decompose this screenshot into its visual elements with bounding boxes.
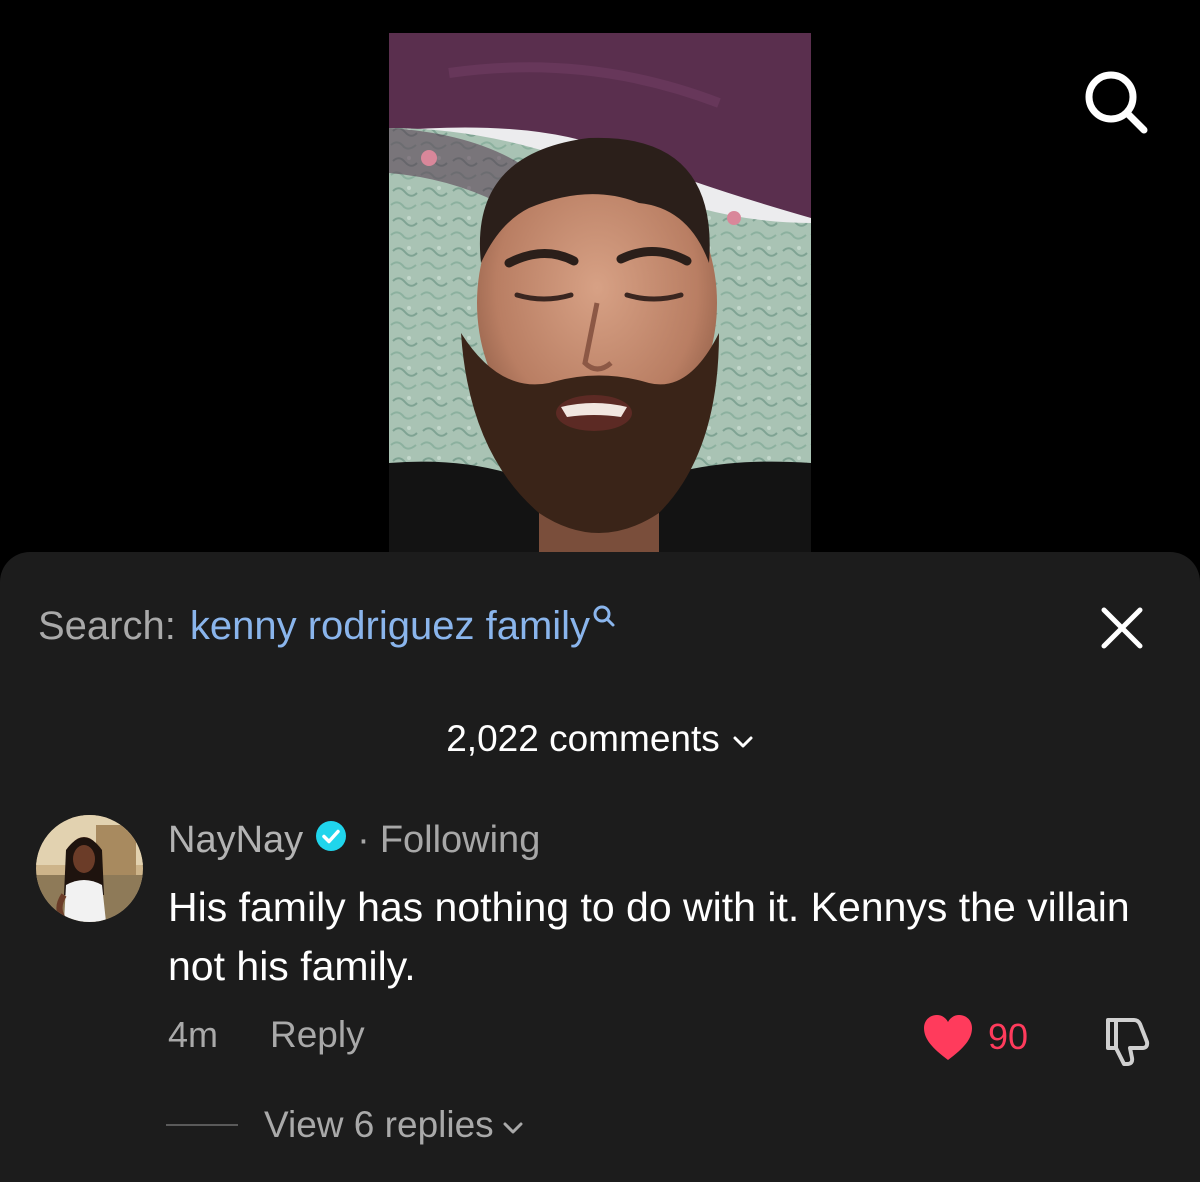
comment-username[interactable]: NayNay bbox=[168, 819, 303, 862]
search-query-link[interactable]: kenny rodriguez family bbox=[190, 604, 590, 649]
chevron-down-icon bbox=[733, 736, 753, 748]
video-player[interactable] bbox=[389, 33, 811, 553]
comment-body: His family has nothing to do with it. Ke… bbox=[168, 884, 1130, 989]
verified-badge-icon bbox=[315, 819, 347, 862]
close-icon[interactable] bbox=[1098, 604, 1146, 652]
avatar[interactable] bbox=[36, 815, 143, 922]
comment-timestamp: 4m bbox=[168, 1014, 219, 1055]
following-label: Following bbox=[379, 818, 541, 861]
search-suggestion-row: Search: kenny rodriguez family bbox=[38, 600, 616, 652]
comments-count-label: 2,022 comments bbox=[446, 718, 720, 759]
view-replies-label: View 6 replies bbox=[264, 1104, 494, 1145]
chevron-down-icon bbox=[503, 1122, 523, 1134]
heart-icon[interactable] bbox=[922, 1014, 974, 1062]
like-count: 90 bbox=[988, 1016, 1029, 1057]
comments-count-button[interactable]: 2,022 comments bbox=[0, 714, 1200, 764]
thumbs-down-icon[interactable] bbox=[1100, 1012, 1156, 1068]
view-replies-button[interactable]: View 6 replies bbox=[264, 1100, 524, 1150]
comment-header: NayNay · Following bbox=[168, 815, 540, 865]
search-prefix-label: Search: bbox=[38, 603, 176, 648]
search-icon[interactable] bbox=[1080, 66, 1152, 138]
app-screen: Search: kenny rodriguez family 2,022 com… bbox=[0, 0, 1200, 1182]
search-icon[interactable] bbox=[592, 593, 616, 638]
header-separator: · bbox=[357, 818, 370, 861]
reply-button[interactable]: Reply bbox=[270, 1014, 365, 1056]
video-frame-image bbox=[389, 33, 811, 553]
replies-divider bbox=[166, 1124, 238, 1126]
